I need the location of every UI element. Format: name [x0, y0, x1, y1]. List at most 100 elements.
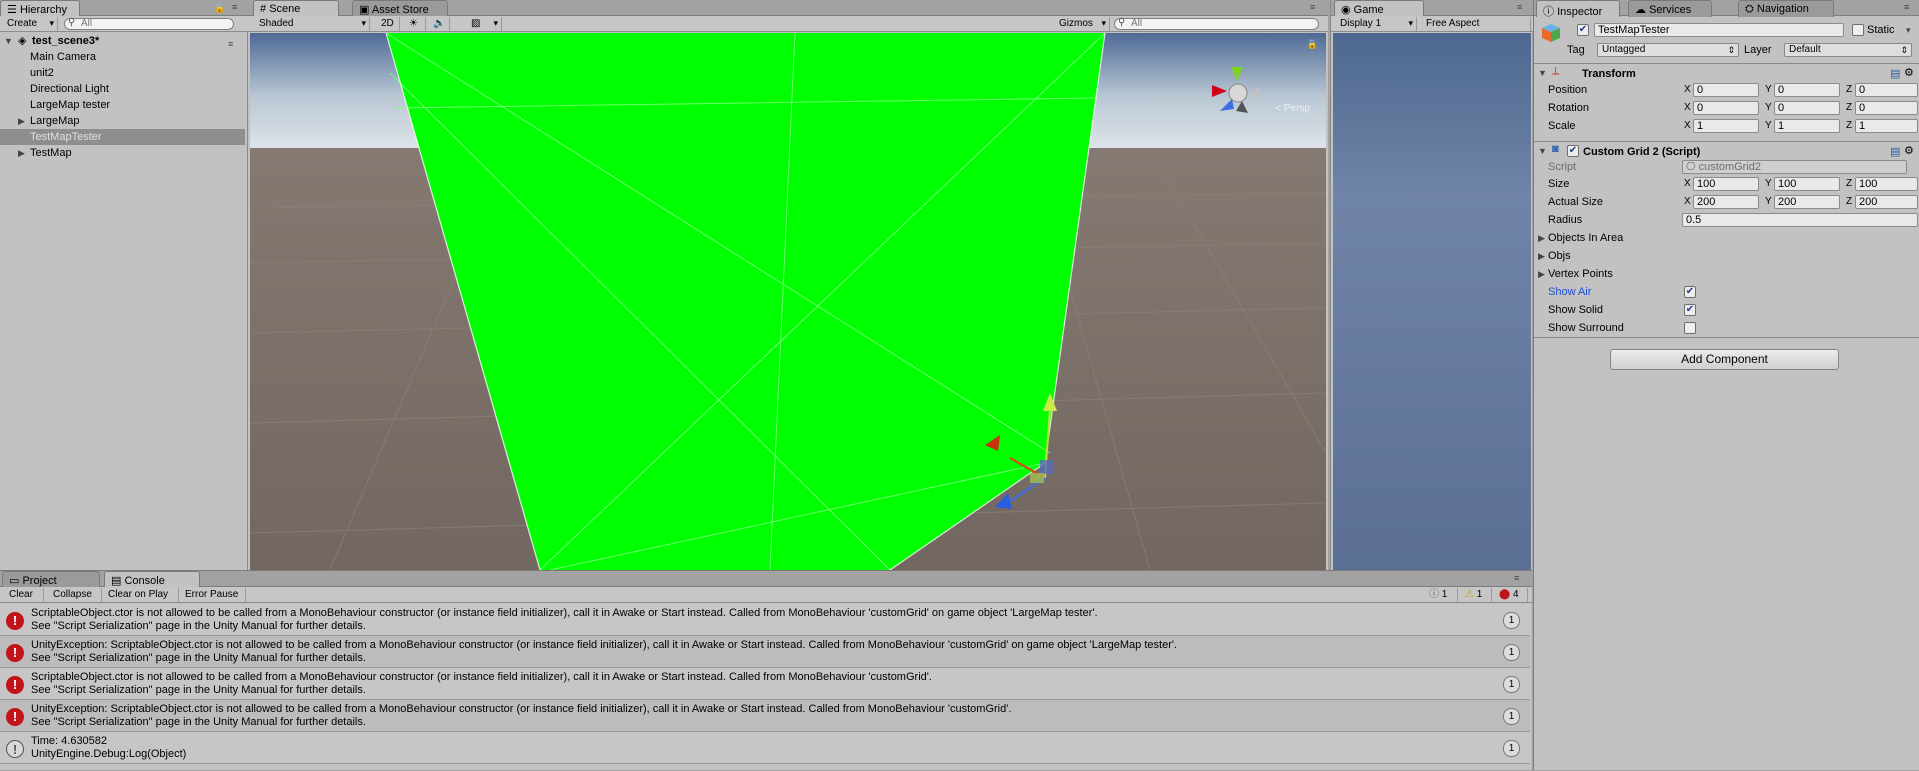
- scene-search-input[interactable]: ⚲ All: [1114, 18, 1319, 30]
- layer-value: Default: [1789, 44, 1821, 55]
- tag-dropdown[interactable]: Untagged: [1597, 43, 1739, 57]
- active-checkbox[interactable]: ✔: [1577, 24, 1589, 36]
- console-entry[interactable]: ! UnityException: ScriptableObject.ctor i…: [0, 700, 1530, 732]
- expand-triangle-icon[interactable]: ▶: [1538, 251, 1545, 262]
- console-entry-line-2: UnityEngine.Debug:Log(Object): [31, 748, 187, 760]
- aspect-dropdown[interactable]: Free Aspect: [1421, 17, 1531, 31]
- expand-triangle-icon[interactable]: ▶: [1538, 269, 1545, 280]
- transform-scale-x-field[interactable]: 1: [1693, 119, 1759, 133]
- transform-rotation-y-field[interactable]: 0: [1774, 101, 1840, 115]
- console-entry[interactable]: ! UnityException: ScriptableObject.ctor i…: [0, 636, 1530, 668]
- tab-hierarchy[interactable]: ☰ Hierarchy: [0, 0, 80, 17]
- size-y-field[interactable]: 100: [1774, 177, 1840, 191]
- hierarchy-item[interactable]: ▶ LargeMap: [0, 113, 245, 129]
- inspector-menu-icon[interactable]: ≡: [1904, 2, 1909, 12]
- error-filter-toggle[interactable]: ⬤ 4: [1494, 588, 1528, 602]
- info-filter-toggle[interactable]: ⓘ 1: [1424, 588, 1458, 602]
- property-foldout[interactable]: ▶ Vertex Points: [1538, 267, 1908, 281]
- audio-toggle[interactable]: 🔈: [428, 17, 450, 31]
- error-pause-button[interactable]: Error Pause: [180, 588, 246, 602]
- tab-services[interactable]: ☁ Services: [1628, 0, 1712, 17]
- gizmo-lock-icon[interactable]: 🔒: [1307, 39, 1318, 50]
- expand-triangle-icon[interactable]: ▶: [18, 145, 25, 161]
- help-book-icon[interactable]: ▤: [1890, 145, 1900, 158]
- console-entry-line-1: UnityException: ScriptableObject.ctor is…: [31, 703, 1012, 715]
- actual-size-z-field[interactable]: 200: [1855, 195, 1918, 209]
- radius-field[interactable]: 0.5: [1682, 213, 1918, 227]
- expand-triangle-icon[interactable]: ▼: [4, 33, 13, 49]
- component-gear-icon[interactable]: ⚙: [1904, 144, 1914, 157]
- object-name-field[interactable]: TestMapTester: [1594, 23, 1844, 37]
- hierarchy-search-input[interactable]: ⚲ All: [64, 18, 234, 30]
- hierarchy-item[interactable]: TestMapTester: [0, 129, 245, 145]
- property-foldout[interactable]: ▶ Objs: [1538, 249, 1908, 263]
- custom-grid-foldout-icon[interactable]: ▼: [1538, 146, 1547, 156]
- actual-size-y-field[interactable]: 200: [1774, 195, 1840, 209]
- console-entry[interactable]: ! ScriptableObject.ctor is not allowed to…: [0, 604, 1530, 636]
- transform-header[interactable]: ▼ ⟂ Transform ▤ ⚙: [1534, 63, 1919, 81]
- static-checkbox[interactable]: [1852, 24, 1864, 36]
- layer-dropdown[interactable]: Default: [1784, 43, 1912, 57]
- add-component-button[interactable]: Add Component: [1610, 349, 1839, 370]
- hierarchy-item[interactable]: LargeMap tester: [0, 97, 245, 113]
- collapse-button[interactable]: Collapse: [48, 588, 102, 602]
- tab-asset-store[interactable]: ▣ Asset Store: [352, 0, 448, 17]
- transform-rotation-x-field[interactable]: 0: [1693, 101, 1759, 115]
- custom-grid-enabled-checkbox[interactable]: ✔: [1567, 145, 1579, 157]
- size-x-field[interactable]: 100: [1693, 177, 1759, 191]
- lighting-toggle[interactable]: ☀: [404, 17, 426, 31]
- property-foldout[interactable]: ▶ Objects In Area: [1538, 231, 1908, 245]
- gizmos-dropdown[interactable]: Gizmos: [1054, 17, 1110, 31]
- game-view[interactable]: [1333, 33, 1531, 570]
- clear-on-play-button[interactable]: Clear on Play: [103, 588, 179, 602]
- transform-foldout-icon[interactable]: ▼: [1538, 68, 1547, 78]
- scene-root-row[interactable]: ▼ ◈ test_scene3* ≡: [0, 33, 245, 49]
- transform-scale-y-field[interactable]: 1: [1774, 119, 1840, 133]
- size-z-field[interactable]: 100: [1855, 177, 1918, 191]
- script-field[interactable]: ⎔ customGrid2: [1682, 160, 1907, 174]
- lock-icon[interactable]: 🔒: [214, 3, 225, 14]
- hierarchy-item[interactable]: unit2: [0, 65, 245, 81]
- transform-scale-z-field[interactable]: 1: [1855, 119, 1918, 133]
- transform-position-y-field[interactable]: 0: [1774, 83, 1840, 97]
- console-menu-icon[interactable]: ≡: [1514, 573, 1519, 583]
- projection-label[interactable]: < Persp: [1275, 103, 1310, 114]
- panel-menu-icon[interactable]: ≡: [232, 2, 237, 12]
- game-panel-menu-icon[interactable]: ≡: [1517, 2, 1522, 12]
- hierarchy-item[interactable]: Directional Light: [0, 81, 245, 97]
- console-entry[interactable]: ! ScriptableObject.ctor is not allowed to…: [0, 668, 1530, 700]
- tab-console[interactable]: ▤ Console: [104, 571, 200, 588]
- actual-size-x-field[interactable]: 200: [1693, 195, 1759, 209]
- scene-viewport[interactable]: < Persp 🔒: [250, 33, 1326, 570]
- toggle-checkbox[interactable]: [1684, 322, 1696, 334]
- static-dropdown-icon[interactable]: ▾: [1906, 25, 1911, 36]
- expand-triangle-icon[interactable]: ▶: [1538, 233, 1545, 244]
- 2d-toggle[interactable]: 2D: [376, 17, 400, 31]
- expand-triangle-icon[interactable]: ▶: [18, 113, 25, 129]
- tab-inspector[interactable]: ⓘ Inspector: [1536, 0, 1620, 18]
- toggle-checkbox[interactable]: ✔: [1684, 304, 1696, 316]
- component-gear-icon[interactable]: ⚙: [1904, 66, 1914, 79]
- clear-button[interactable]: Clear: [4, 588, 44, 602]
- transform-value: 1: [1697, 120, 1704, 132]
- tab-scene[interactable]: # Scene: [253, 0, 339, 17]
- scene-panel-menu-icon[interactable]: ≡: [1310, 2, 1315, 12]
- warning-filter-toggle[interactable]: ⚠ 1: [1460, 588, 1492, 602]
- hierarchy-item[interactable]: Main Camera: [0, 49, 245, 65]
- console-entry[interactable]: ! Time: 4.630582 UnityEngine.Debug:Log(Obj…: [0, 732, 1530, 764]
- hierarchy-item[interactable]: ▶ TestMap: [0, 145, 245, 161]
- create-button[interactable]: Create: [2, 17, 58, 31]
- display-dropdown[interactable]: Display 1: [1335, 17, 1417, 31]
- tab-game-label: Game: [1353, 4, 1384, 16]
- tab-project[interactable]: ▭ Project: [2, 571, 100, 588]
- shading-mode-dropdown[interactable]: Shaded: [254, 17, 370, 31]
- toggle-checkbox[interactable]: ✔: [1684, 286, 1696, 298]
- transform-position-z-field[interactable]: 0: [1855, 83, 1918, 97]
- help-book-icon[interactable]: ▤: [1890, 67, 1900, 80]
- tab-navigation[interactable]: ⛭ Navigation: [1738, 0, 1834, 17]
- tab-game[interactable]: ◉ Game: [1334, 0, 1424, 17]
- custom-grid-header[interactable]: ▼ ◙ ✔ Custom Grid 2 (Script) ▤ ⚙: [1534, 141, 1919, 159]
- transform-rotation-z-field[interactable]: 0: [1855, 101, 1918, 115]
- effects-dropdown[interactable]: ▨: [466, 17, 502, 31]
- transform-position-x-field[interactable]: 0: [1693, 83, 1759, 97]
